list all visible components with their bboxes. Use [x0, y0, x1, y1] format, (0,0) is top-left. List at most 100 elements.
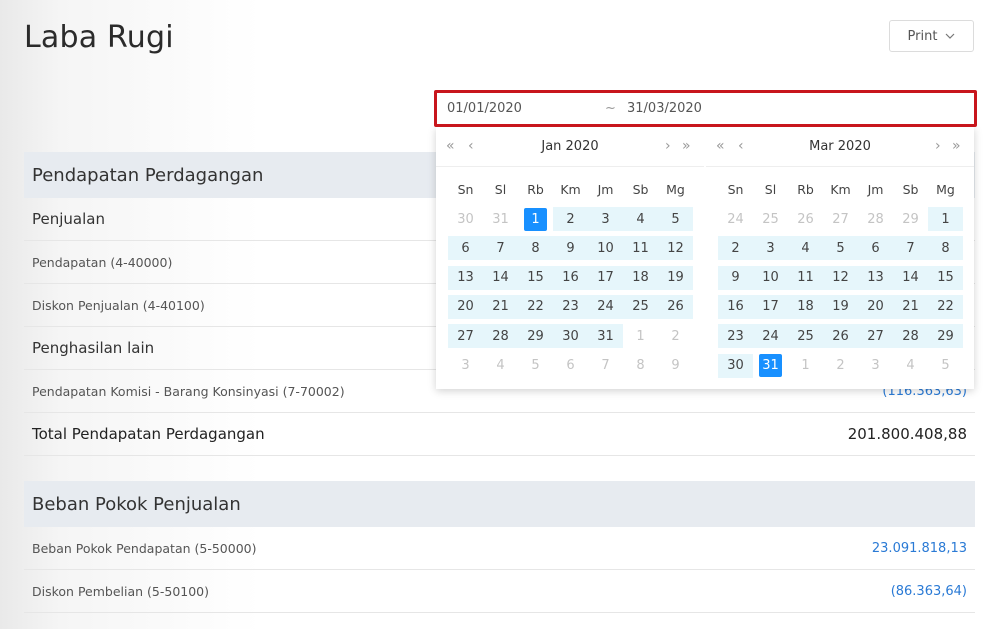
date-range-input[interactable]: 01/01/2020 ~ 31/03/2020: [434, 90, 977, 127]
calendar-day[interactable]: 28: [893, 324, 928, 349]
calendar-day[interactable]: 2: [718, 236, 753, 261]
calendar-day[interactable]: 20: [858, 294, 893, 319]
calendar-day[interactable]: 10: [588, 236, 623, 261]
calendar-day[interactable]: 4: [788, 236, 823, 261]
calendar-day[interactable]: 4: [893, 354, 928, 378]
calendar-day[interactable]: 20: [448, 294, 483, 319]
calendar-day[interactable]: 25: [623, 294, 658, 319]
month-label[interactable]: Jan 2020: [436, 139, 704, 154]
calendar-day[interactable]: 9: [658, 354, 693, 378]
calendar-day[interactable]: 5: [928, 354, 963, 378]
calendar-day[interactable]: 22: [928, 294, 963, 319]
start-date-field[interactable]: 01/01/2020: [447, 101, 522, 116]
calendar-day[interactable]: 3: [858, 354, 893, 378]
calendar-day[interactable]: 7: [483, 236, 518, 261]
calendar-day[interactable]: 9: [718, 265, 753, 290]
calendar-day[interactable]: 30: [553, 324, 588, 349]
calendar-day[interactable]: 11: [623, 236, 658, 261]
calendar-day[interactable]: 3: [753, 236, 788, 261]
calendar-day[interactable]: 6: [553, 354, 588, 378]
calendar-day[interactable]: 7: [893, 236, 928, 261]
calendar-day[interactable]: 31: [588, 324, 623, 349]
calendar-day[interactable]: 21: [483, 294, 518, 319]
account-label: Pendapatan Komisi - Barang Konsinyasi (7…: [32, 383, 345, 399]
calendar-day[interactable]: 13: [448, 265, 483, 290]
account-row-beban-pokok[interactable]: Beban Pokok Pendapatan (5-50000) 23.091.…: [24, 527, 975, 570]
calendar-day[interactable]: 12: [823, 265, 858, 290]
calendar-day[interactable]: 30: [448, 207, 483, 231]
calendar-day[interactable]: 24: [753, 324, 788, 349]
calendar-day[interactable]: 17: [753, 294, 788, 319]
calendar-day[interactable]: 10: [753, 265, 788, 290]
calendar-day[interactable]: 3: [588, 207, 623, 231]
calendar-day[interactable]: 30: [718, 353, 753, 378]
calendar-day[interactable]: 28: [858, 207, 893, 231]
calendar-day[interactable]: 15: [518, 265, 553, 290]
calendar-day[interactable]: 17: [588, 265, 623, 290]
calendar-day[interactable]: 23: [718, 324, 753, 349]
calendar-day[interactable]: 19: [658, 265, 693, 290]
calendar-day[interactable]: 18: [788, 294, 823, 319]
calendar-day[interactable]: 2: [823, 354, 858, 378]
calendar-day[interactable]: 12: [658, 236, 693, 261]
calendar-day[interactable]: 25: [788, 324, 823, 349]
calendar-day[interactable]: 28: [483, 324, 518, 349]
calendar-day[interactable]: 18: [623, 265, 658, 290]
calendar-day[interactable]: 2: [553, 207, 588, 231]
next-month-icon[interactable]: ›: [935, 138, 941, 154]
calendar-day[interactable]: 9: [553, 236, 588, 261]
calendar-day[interactable]: 5: [658, 207, 693, 231]
calendar-day[interactable]: 5: [518, 354, 553, 378]
calendar-day[interactable]: 6: [858, 236, 893, 261]
next-year-icon[interactable]: »: [952, 138, 961, 154]
calendar-day[interactable]: 27: [823, 207, 858, 231]
calendar-day-selected[interactable]: 1: [518, 207, 553, 231]
calendar-day[interactable]: 1: [928, 207, 963, 231]
calendar-day[interactable]: 26: [823, 324, 858, 349]
calendar-day[interactable]: 4: [483, 354, 518, 378]
weekday-label: Jm: [867, 182, 884, 197]
calendar-day[interactable]: 16: [718, 294, 753, 319]
next-month-icon[interactable]: ›: [665, 138, 671, 154]
calendar-day[interactable]: 6: [448, 236, 483, 261]
calendar-day[interactable]: 14: [483, 265, 518, 290]
calendar-day[interactable]: 24: [588, 294, 623, 319]
calendar-day[interactable]: 23: [553, 294, 588, 319]
calendar-day[interactable]: 13: [858, 265, 893, 290]
calendar-day[interactable]: 21: [893, 294, 928, 319]
calendar-day[interactable]: 11: [788, 265, 823, 290]
calendar-day[interactable]: 8: [518, 236, 553, 261]
calendar-day[interactable]: 29: [893, 207, 928, 231]
calendar-day[interactable]: 1: [623, 324, 658, 348]
calendar-day[interactable]: 1: [788, 354, 823, 378]
calendar-day-selected[interactable]: 31: [753, 354, 788, 378]
calendar-day[interactable]: 29: [518, 324, 553, 349]
account-row-diskon-pembelian[interactable]: Diskon Pembelian (5-50100) (86.363,64): [24, 570, 975, 613]
calendar-day[interactable]: 7: [588, 354, 623, 378]
calendar-day[interactable]: 26: [788, 207, 823, 231]
calendar-day[interactable]: 25: [753, 207, 788, 231]
month-label[interactable]: Mar 2020: [706, 139, 974, 154]
calendar-day[interactable]: 31: [483, 207, 518, 231]
calendar-day[interactable]: 3: [448, 354, 483, 378]
calendar-day[interactable]: 19: [823, 294, 858, 319]
next-year-icon[interactable]: »: [682, 138, 691, 154]
calendar-day[interactable]: 29: [928, 324, 963, 349]
calendar-day[interactable]: 27: [448, 324, 483, 349]
calendar-day[interactable]: 8: [928, 236, 963, 261]
calendar-day[interactable]: 2: [658, 324, 693, 348]
calendar-day[interactable]: 4: [623, 207, 658, 231]
print-button[interactable]: Print: [889, 20, 974, 52]
account-value-link[interactable]: 23.091.818,13: [872, 541, 967, 556]
calendar-day[interactable]: 27: [858, 324, 893, 349]
calendar-day[interactable]: 15: [928, 265, 963, 290]
calendar-day[interactable]: 14: [893, 265, 928, 290]
calendar-day[interactable]: 8: [623, 354, 658, 378]
calendar-day[interactable]: 26: [658, 294, 693, 319]
calendar-day[interactable]: 16: [553, 265, 588, 290]
end-date-field[interactable]: 31/03/2020: [627, 101, 702, 116]
calendar-day[interactable]: 5: [823, 236, 858, 261]
account-value-link[interactable]: (86.363,64): [891, 584, 967, 599]
calendar-day[interactable]: 22: [518, 294, 553, 319]
calendar-day[interactable]: 24: [718, 207, 753, 231]
